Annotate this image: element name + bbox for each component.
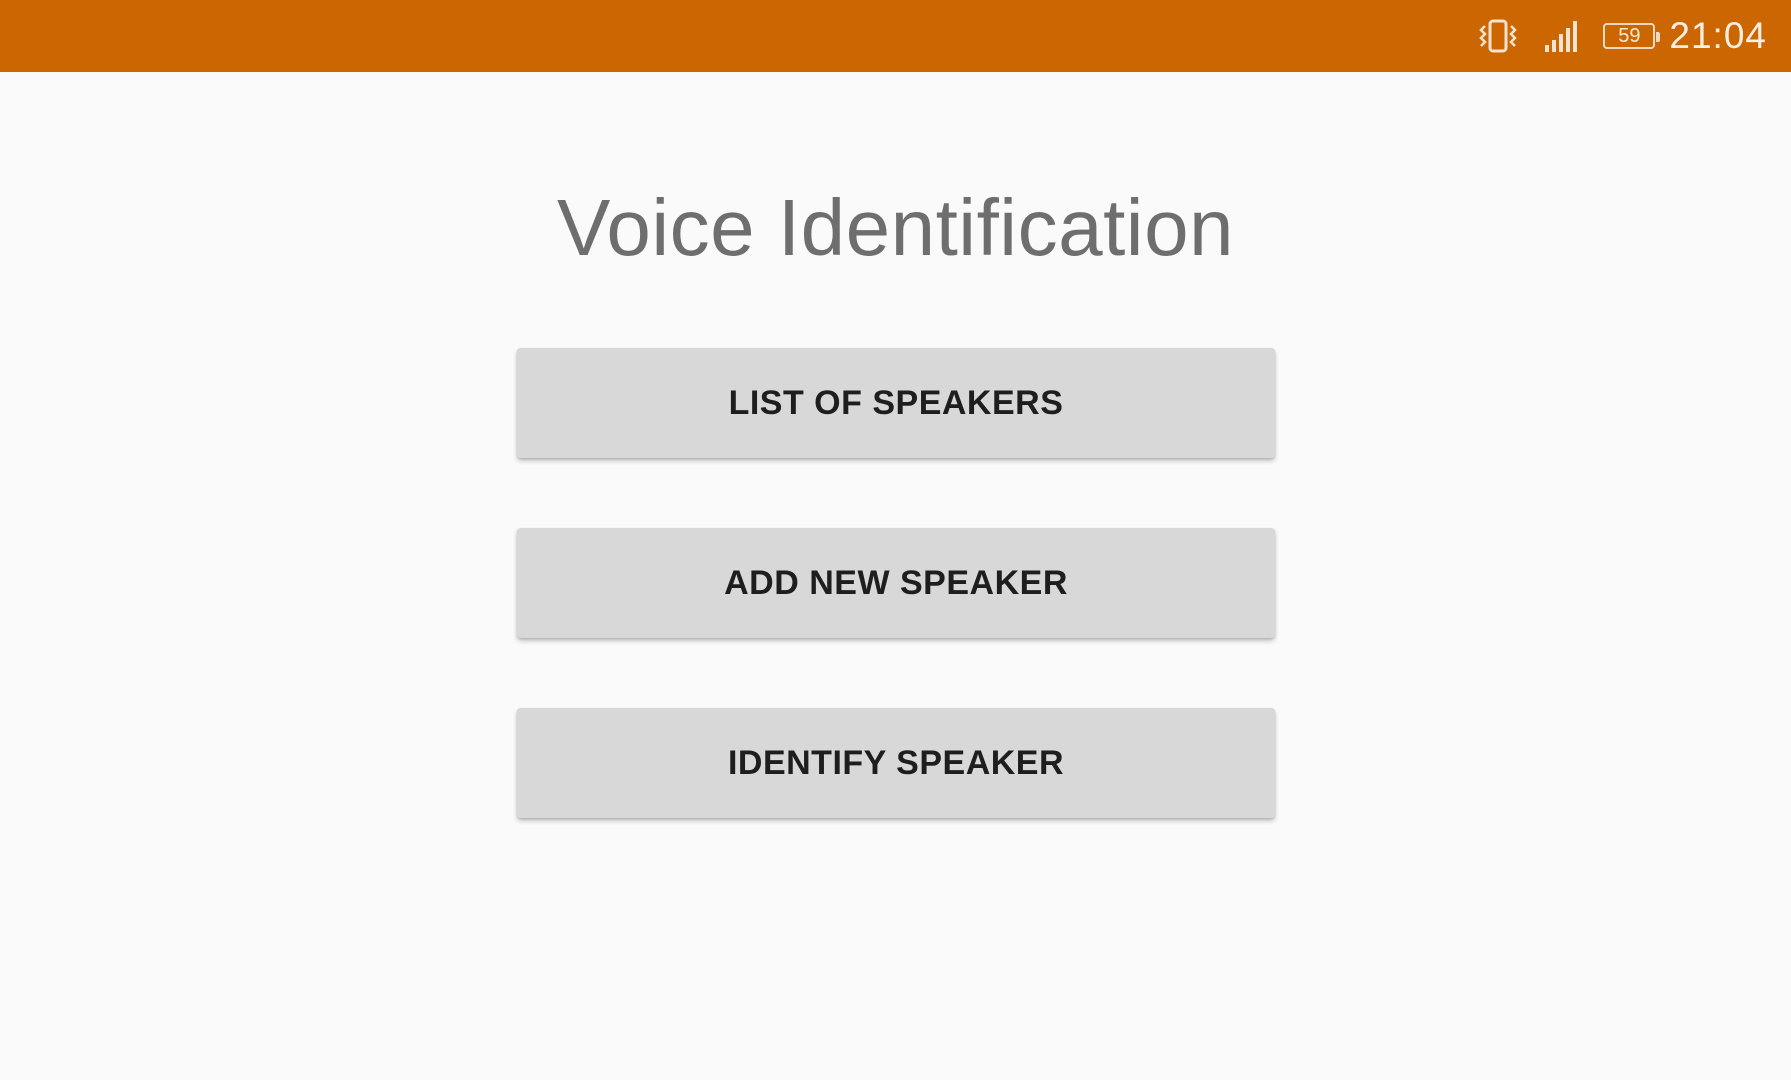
signal-icon <box>1543 19 1581 53</box>
vibrate-icon <box>1475 18 1521 54</box>
add-new-speaker-button[interactable]: ADD NEW SPEAKER <box>517 528 1275 638</box>
list-of-speakers-button[interactable]: LIST OF SPEAKERS <box>517 348 1275 458</box>
identify-speaker-button[interactable]: IDENTIFY SPEAKER <box>517 708 1275 818</box>
main-content: Voice Identification LIST OF SPEAKERS AD… <box>0 72 1791 1080</box>
battery-icon: 59 <box>1603 23 1661 49</box>
page-title: Voice Identification <box>556 183 1235 272</box>
clock: 21:04 <box>1669 15 1767 56</box>
status-bar: 59 21:04 <box>0 0 1791 72</box>
battery-level: 59 <box>1618 24 1641 47</box>
